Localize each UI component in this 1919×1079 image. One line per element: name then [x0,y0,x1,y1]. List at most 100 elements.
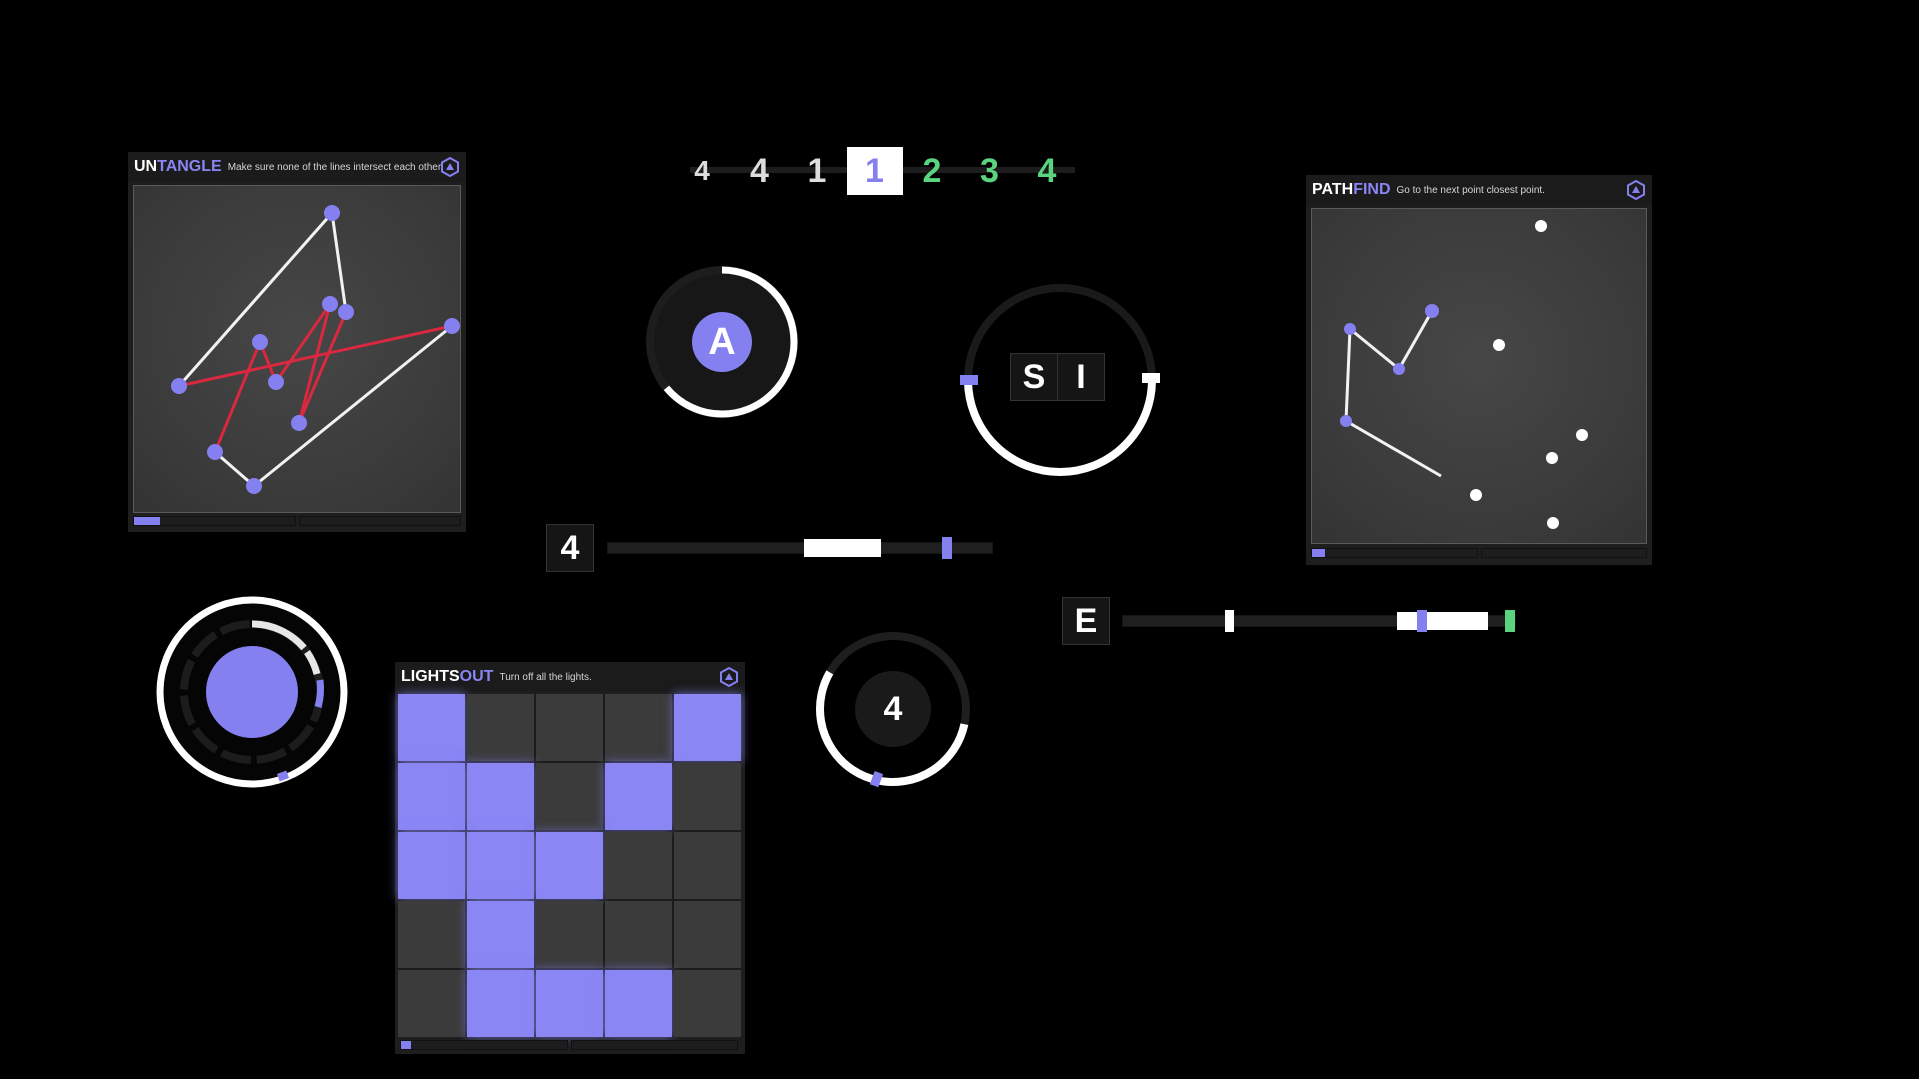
slider-4-track[interactable] [607,537,993,559]
sequence-digit-upcoming: 2 [922,151,942,190]
light-cell-on[interactable] [467,901,534,968]
pathfind-point[interactable] [1535,220,1547,232]
ring-si-minigame: S I [960,280,1160,480]
untangle-edges-crossing [178,303,453,453]
lightsout-title-part2: OUT [459,668,494,685]
untangle-nodes[interactable] [171,205,460,494]
untangle-node[interactable] [291,415,307,431]
light-cell-on[interactable] [467,763,534,830]
untangle-node[interactable] [324,205,340,221]
light-cell-off[interactable] [605,832,672,899]
ring-letter-minigame: A [642,262,802,422]
untangle-board[interactable] [133,185,461,513]
light-cell-on[interactable] [398,763,465,830]
progress-segment [570,1040,738,1050]
slider-4-label: 4 [546,524,594,572]
pathfind-title-part1: PATH [1312,181,1354,198]
ring-letter-label: A [708,320,736,363]
pathfind-point[interactable] [1547,517,1559,529]
untangle-progress-fill [134,517,160,525]
lightsout-title-part1: LIGHTS [401,668,460,685]
pathfind-header: PATHFIND Go to the next point closest po… [1306,175,1652,205]
pathfind-point[interactable] [1576,429,1588,441]
sequence-digit-upcoming: 4 [1037,151,1057,190]
core-ring-minigame [154,594,350,790]
progress-segment [298,516,461,526]
light-cell-on[interactable] [398,694,465,761]
sequence-digit-done: 4 [694,155,710,186]
light-cell-on[interactable] [605,970,672,1037]
slider-4-target-zone [803,539,881,557]
untangle-edges-clear [177,212,453,488]
light-cell-off[interactable] [605,694,672,761]
untangle-node[interactable] [338,304,354,320]
progress-segment [1311,548,1478,558]
light-cell-off[interactable] [674,763,741,830]
light-cell-off[interactable] [536,694,603,761]
slider-e-marker[interactable] [1417,610,1427,632]
pathfind-target-points[interactable] [1470,220,1588,529]
ring-number-label: 4 [883,689,903,728]
light-cell-on[interactable] [398,832,465,899]
light-cell-off[interactable] [467,694,534,761]
light-cell-on[interactable] [467,832,534,899]
untangle-edge [177,212,334,387]
light-cell-on[interactable] [605,763,672,830]
slider-e-track[interactable] [1122,610,1516,632]
pathfind-path-segment [1397,310,1434,370]
pathfind-path-segment [1344,328,1352,422]
ring-si-letter: I [1057,353,1105,401]
core-ring-segment-target [314,679,325,708]
light-cell-off[interactable] [536,901,603,968]
slider-e-target-zone [1397,612,1488,630]
hexagon-logo-icon [1627,180,1645,200]
slider-e-marker-green [1505,610,1515,632]
pathfind-graph[interactable] [1312,209,1646,543]
pathfind-instruction: Go to the next point closest point. [1396,184,1545,196]
ring-si-marker-accent [960,375,978,385]
ring-si-letter: S [1010,353,1058,401]
light-cell-on[interactable] [467,970,534,1037]
light-cell-off[interactable] [605,901,672,968]
slider-e-marker-white [1224,610,1234,632]
untangle-progress [133,516,461,526]
pathfind-visited-point [1344,323,1356,335]
slider-4-marker[interactable] [942,537,953,559]
untangle-title-part2: TANGLE [157,158,222,175]
light-cell-off[interactable] [398,970,465,1037]
lightsout-grid[interactable] [398,694,741,1037]
lightsout-panel: LIGHTSOUT Turn off all the lights. [395,662,745,1054]
lightsout-title: LIGHTSOUT [401,668,493,686]
ring-number-minigame: 4 [812,628,974,790]
light-cell-off[interactable] [674,832,741,899]
light-cell-off[interactable] [398,901,465,968]
sequence-digit-upcoming: 3 [980,151,999,190]
sequence-digit-done: 1 [807,151,827,190]
pathfind-point[interactable] [1546,452,1558,464]
light-cell-off[interactable] [674,901,741,968]
light-cell-off[interactable] [536,763,603,830]
untangle-graph[interactable] [134,186,460,512]
sequence-digit-active: 1 [846,147,903,195]
untangle-node[interactable] [322,296,338,312]
untangle-node[interactable] [246,478,262,494]
untangle-node[interactable] [207,444,223,460]
light-cell-on[interactable] [536,832,603,899]
untangle-node[interactable] [444,318,460,334]
untangle-node[interactable] [252,334,268,350]
slider-e-label: E [1062,597,1110,645]
core-ring-center[interactable] [206,646,298,738]
pathfind-title-part2: FIND [1353,181,1391,198]
light-cell-on[interactable] [674,694,741,761]
pathfind-point[interactable] [1493,339,1505,351]
light-cell-on[interactable] [536,970,603,1037]
light-cell-off[interactable] [674,970,741,1037]
pathfind-path [1344,310,1442,478]
ring-si-marker-white [1142,373,1160,383]
pathfind-point[interactable] [1470,489,1482,501]
untangle-node[interactable] [268,374,284,390]
untangle-node[interactable] [171,378,187,394]
hexagon-logo-icon [720,667,738,687]
sequence-digit-done: 4 [750,151,769,190]
pathfind-board[interactable] [1311,208,1647,544]
